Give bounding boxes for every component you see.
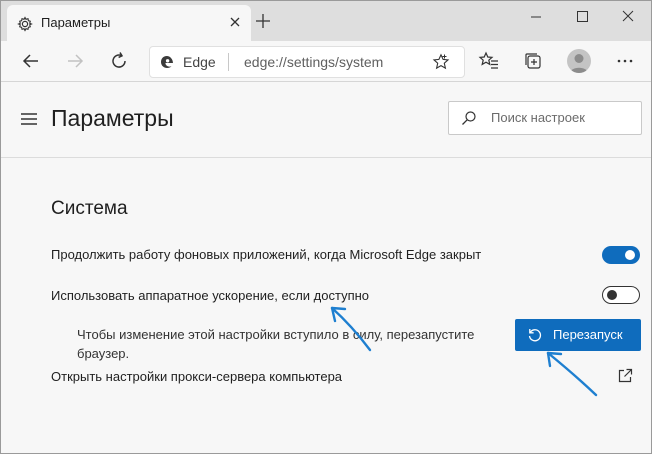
settings-content: Система Продолжить работу фоновых прилож… [1,158,651,453]
proxy-settings-link[interactable]: Открыть настройки прокси-сервера компьют… [51,369,342,384]
page-title: Параметры [51,105,174,131]
restart-hint: Чтобы изменение этой настройки вступило … [77,327,475,361]
hardware-acceleration-toggle[interactable] [602,286,640,304]
tab-title: Параметры [41,15,111,30]
address-separator [228,53,229,71]
close-window-icon[interactable] [605,1,651,33]
hamburger-icon[interactable] [21,112,37,126]
search-placeholder: Поиск настроек [491,110,585,125]
setting-background-apps-label: Продолжить работу фоновых приложений, ко… [51,247,482,262]
gear-icon [17,16,33,32]
back-icon[interactable] [19,49,43,73]
background-apps-toggle[interactable] [602,246,640,264]
tab-settings[interactable]: Параметры [7,5,251,41]
section-title: Система [51,198,128,219]
maximize-icon[interactable] [559,1,605,33]
more-icon[interactable] [613,49,637,73]
restart-button[interactable]: Перезапуск [515,319,641,351]
toggle-knob [607,289,617,300]
toggle-knob [625,250,635,260]
minimize-icon[interactable] [513,1,559,33]
edge-logo-icon [161,56,173,68]
star-icon[interactable] [432,53,450,71]
search-input[interactable]: Поиск настроек [448,101,642,135]
tab-strip: Параметры [1,1,651,41]
avatar-icon [570,54,588,73]
forward-icon[interactable] [63,49,87,73]
browser-window: Параметры Edge edge://settings/system Па… [0,0,652,454]
toolbar: Edge edge://settings/system [1,41,651,82]
collections-icon[interactable] [521,49,545,73]
edge-brand-label: Edge [183,54,216,70]
url-text[interactable]: edge://settings/system [244,54,383,70]
settings-header: Параметры Поиск настроек [1,82,651,158]
refresh-icon[interactable] [107,49,131,73]
search-icon [462,111,476,125]
close-icon[interactable] [225,12,245,32]
favorites-icon[interactable] [477,49,501,73]
restart-icon [528,329,542,342]
avatar[interactable] [567,49,591,73]
plus-icon[interactable] [255,13,271,29]
external-link-icon[interactable] [617,368,633,384]
setting-hardware-acceleration-label: Использовать аппаратное ускорение, если … [51,288,370,303]
address-bar[interactable]: Edge edge://settings/system [149,46,465,78]
restart-button-label: Перезапуск [553,327,623,342]
